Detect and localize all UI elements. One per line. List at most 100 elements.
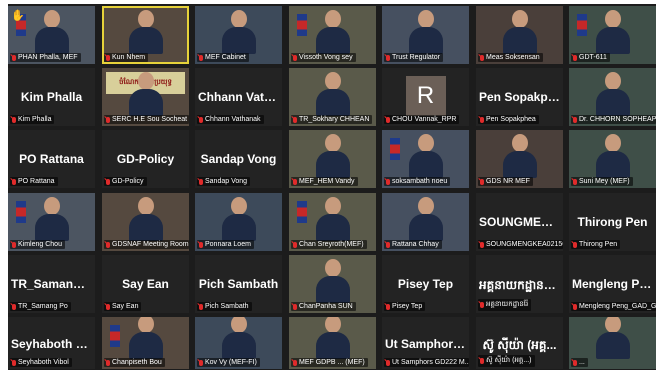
participant-name-label: PO Rattana (10, 177, 58, 186)
mic-muted-icon (106, 116, 110, 123)
participant-tile[interactable]: Sandap Vong Sandap Vong (195, 130, 282, 188)
participant-tile[interactable]: Chanpiseth Bou (102, 317, 189, 369)
participant-label-text: Mengleng Peng_GAD_G... (579, 303, 656, 310)
mic-muted-icon (573, 116, 577, 123)
participant-name-label: SERC H.E Sou Socheat (104, 115, 189, 124)
participant-tile[interactable]: ចំណែកកម្មករប្រយុទ្ធSERC H.E Sou Socheat (102, 68, 189, 126)
mic-muted-icon (573, 303, 577, 310)
mic-muted-icon (573, 54, 577, 61)
participant-label-text: CHOU Vannak_RPR (392, 116, 457, 123)
participant-name-label: Rattana Chhay (384, 240, 442, 249)
participant-name-label: ChanPanha SUN (291, 302, 356, 311)
mic-muted-icon (386, 359, 390, 366)
participant-tile[interactable]: SOUNGMENGKE... SOUNGMENGKEA021568 (476, 193, 563, 251)
participant-video (128, 197, 163, 241)
participant-tile[interactable]: ✋ PHAN Phalla, MEF (8, 6, 95, 64)
participant-tile[interactable]: MEF GDPB ... (MEF) (289, 317, 376, 369)
participant-display-name: Sandap Vong (200, 152, 277, 167)
participant-tile[interactable]: Ut Samphors_G... Ut Samphors GD222 M... (382, 317, 469, 369)
mic-muted-icon (12, 359, 16, 366)
participant-tile[interactable]: Chhann Vathanak Chhann Vathanak (195, 68, 282, 126)
participant-tile[interactable]: អគ្គនាយកដ្ឋានរ៉ែ... អគ្គនាយកដ្ឋានរ៉ែ (476, 255, 563, 313)
participant-display-name: Ut Samphors_G... (385, 336, 469, 351)
participant-display-name: Pisey Tep (397, 277, 454, 292)
participant-label-text: GDSNAF Meeting Room (112, 241, 189, 248)
participant-tile[interactable]: Kimleng Chou (8, 193, 95, 251)
participant-display-name: GD-Policy (116, 152, 175, 167)
participant-video (502, 134, 537, 178)
participant-tile[interactable]: Dr. CHHORN SOPHEAP... (569, 68, 656, 126)
participant-tile[interactable]: GDS NR MEF (476, 130, 563, 188)
participant-name-label: MEF Cabinet (197, 53, 249, 62)
participant-tile[interactable]: GD-Policy GD-Policy (102, 130, 189, 188)
participant-name-label: Pen Sopakphea (478, 115, 539, 124)
mic-muted-icon (199, 178, 203, 185)
participant-label-text: ChanPanha SUN (299, 303, 353, 310)
participant-label-text: Chanpiseth Bou (112, 359, 162, 366)
participant-tile[interactable]: Pich Sambath Pich Sambath (195, 255, 282, 313)
participant-tile[interactable]: Meas Soksensan (476, 6, 563, 64)
mic-muted-icon (293, 241, 297, 248)
participant-video (315, 197, 350, 241)
participant-tile[interactable]: PO Rattana PO Rattana (8, 130, 95, 188)
participant-tile[interactable]: Rattana Chhay (382, 193, 469, 251)
participant-tile[interactable]: Trust Regulator (382, 6, 469, 64)
participant-tile[interactable]: Suni Mey (MEF) (569, 130, 656, 188)
participant-tile[interactable]: Say Ean Say Ean (102, 255, 189, 313)
flag-decoration (110, 325, 120, 347)
participant-display-name: Pich Sambath (198, 277, 279, 292)
participant-label-text: Pen Sopakphea (486, 116, 536, 123)
participant-tile[interactable]: Kov Vy (MEF-FI) (195, 317, 282, 369)
participant-tile[interactable]: ... (569, 317, 656, 369)
mic-muted-icon (12, 54, 16, 61)
participant-tile[interactable]: Thirong Pen Thirong Pen (569, 193, 656, 251)
participant-tile[interactable]: ChanPanha SUN (289, 255, 376, 313)
mic-muted-icon (573, 359, 577, 366)
participant-tile[interactable]: Mengleng Peng... Mengleng Peng_GAD_G... (569, 255, 656, 313)
participant-name-label: Ut Samphors GD222 M... (384, 358, 469, 367)
mic-muted-icon (480, 178, 484, 185)
participant-tile[interactable]: TR_Samang Po TR_Samang Po (8, 255, 95, 313)
participant-tile[interactable]: Pisey Tep Pisey Tep (382, 255, 469, 313)
mic-muted-icon (293, 116, 297, 123)
participant-tile[interactable]: soksambath noeu (382, 130, 469, 188)
mic-muted-icon (293, 54, 297, 61)
participant-label-text: Thirong Pen (579, 241, 618, 248)
mic-muted-icon (386, 54, 390, 61)
participant-tile[interactable]: GDSNAF Meeting Room (102, 193, 189, 251)
participant-label-text: Pich Sambath (205, 303, 249, 310)
participant-tile[interactable]: MEF Cabinet (195, 6, 282, 64)
mic-muted-icon (199, 54, 203, 61)
mic-muted-icon (106, 54, 110, 61)
participant-tile[interactable]: TR_Sokhary CHHEAN (289, 68, 376, 126)
mic-muted-icon (573, 241, 577, 248)
participant-name-label: GDS NR MEF (478, 177, 533, 186)
participant-tile[interactable]: Seyhaboth Vibol Seyhaboth Vibol (8, 317, 95, 369)
participant-tile[interactable]: Kun Nhem (102, 6, 189, 64)
participant-tile[interactable]: MEF_HEM Vandy (289, 130, 376, 188)
mic-muted-icon (573, 178, 577, 185)
gallery-grid: ✋ PHAN Phalla, MEF Kun Nhem MEF Cabinet Viss… (8, 4, 656, 370)
participant-video (221, 317, 256, 359)
mic-muted-icon (12, 241, 16, 248)
participant-tile[interactable]: Chan Sreyroth(MEF) (289, 193, 376, 251)
participant-label-text: MEF GDPB ... (MEF) (299, 359, 365, 366)
participant-name-label: MEF_HEM Vandy (291, 177, 358, 186)
participant-tile[interactable]: Ponnara Loem (195, 193, 282, 251)
mic-muted-icon (12, 116, 16, 123)
participant-tile[interactable]: ស៊ូ ស៊ីយ៉ា (អគ្គ... ស៊ូ ស៊ីយ៉ា (អគ្គ...) (476, 317, 563, 369)
participant-tile[interactable]: Pen Sopakphea Pen Sopakphea (476, 68, 563, 126)
participant-label-text: TR_Samang Po (18, 303, 68, 310)
participant-tile[interactable]: Vissoth Vong sey (289, 6, 376, 64)
participant-name-label: Thirong Pen (571, 240, 621, 249)
mic-muted-icon (106, 241, 110, 248)
participant-tile[interactable]: GDT-611 (569, 6, 656, 64)
participant-tile[interactable]: Kim Phalla Kim Phalla (8, 68, 95, 126)
participant-name-label: GDT-611 (571, 53, 610, 62)
participant-name-label: Dr. CHHORN SOPHEAP... (571, 115, 656, 124)
participant-video (315, 134, 350, 178)
participant-tile[interactable]: R CHOU Vannak_RPR (382, 68, 469, 126)
mic-muted-icon (199, 303, 203, 310)
participant-video (221, 197, 256, 241)
participant-name-label: Trust Regulator (384, 53, 443, 62)
